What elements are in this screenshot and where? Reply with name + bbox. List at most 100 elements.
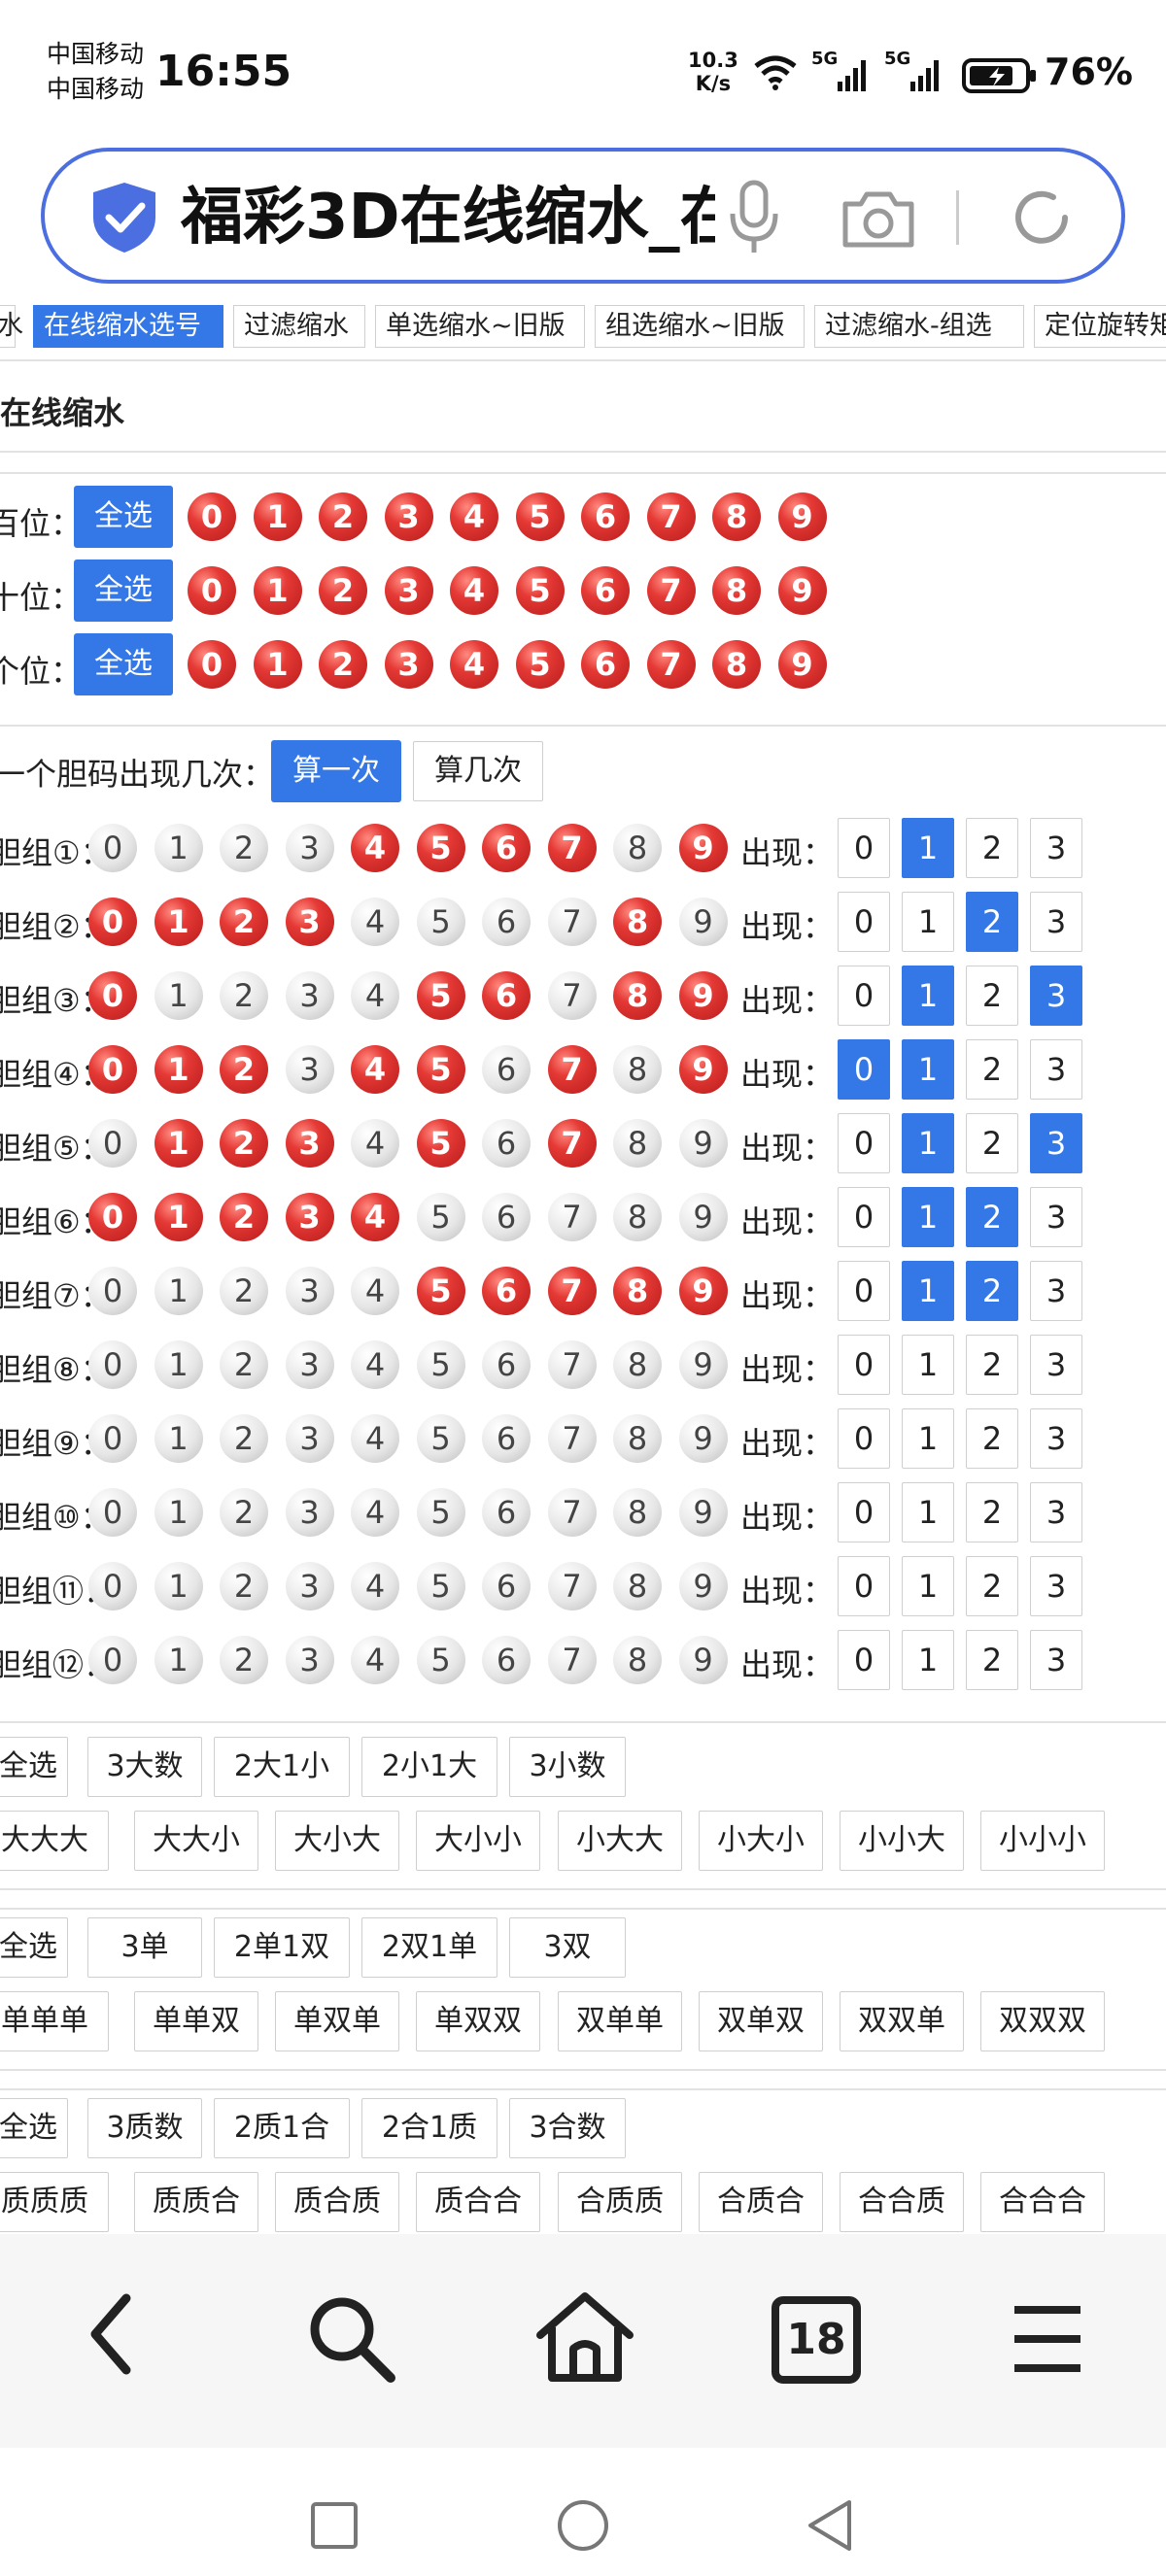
appear-count-option[interactable]: 2 — [966, 892, 1018, 952]
tabs-icon[interactable]: 18 — [772, 2296, 861, 2384]
dan-digit-ball[interactable]: 2 — [220, 1414, 268, 1463]
dan-digit-ball[interactable]: 0 — [88, 1045, 137, 1094]
appear-count-option[interactable]: 1 — [902, 1408, 954, 1469]
dan-digit-ball[interactable]: 8 — [613, 898, 662, 946]
dan-digit-ball[interactable]: 6 — [482, 1267, 531, 1315]
dan-digit-ball[interactable]: 2 — [220, 1045, 268, 1094]
dan-digit-ball[interactable]: 3 — [285, 1636, 334, 1684]
appear-count-option[interactable]: 3 — [1030, 1630, 1082, 1690]
select-all-button[interactable]: 全选 — [74, 633, 173, 695]
prime-pattern-option[interactable]: 合质合 — [699, 2172, 823, 2232]
dan-digit-ball[interactable]: 4 — [351, 898, 399, 946]
appear-count-option[interactable]: 2 — [966, 1482, 1018, 1542]
back-triangle-icon[interactable] — [805, 2498, 855, 2553]
dan-digit-ball[interactable]: 1 — [154, 1340, 203, 1389]
appear-count-option[interactable]: 0 — [838, 892, 890, 952]
dan-digit-ball[interactable]: 1 — [154, 1119, 203, 1168]
dan-digit-ball[interactable]: 1 — [154, 1193, 203, 1241]
dan-digit-ball[interactable]: 9 — [678, 1267, 728, 1315]
parity-filter-option[interactable]: 2单1双 — [214, 1917, 350, 1978]
dan-digit-ball[interactable]: 1 — [154, 1414, 203, 1463]
dan-digit-ball[interactable]: 3 — [285, 1267, 334, 1315]
appear-count-option[interactable]: 3 — [1030, 1482, 1082, 1542]
parity-filter-option[interactable]: 2双1单 — [361, 1917, 497, 1978]
appear-count-option[interactable]: 1 — [902, 1335, 954, 1395]
dan-digit-ball[interactable]: 7 — [547, 971, 597, 1020]
dan-digit-ball[interactable]: 9 — [678, 1045, 728, 1094]
prime-pattern-option[interactable]: 质合质 — [275, 2172, 399, 2232]
dan-digit-ball[interactable]: 9 — [678, 1488, 728, 1537]
dan-digit-ball[interactable]: 2 — [220, 1488, 268, 1537]
dan-digit-ball[interactable]: 0 — [88, 1414, 137, 1463]
digit-ball[interactable]: 4 — [450, 640, 498, 689]
digit-ball[interactable]: 5 — [515, 640, 565, 689]
dan-digit-ball[interactable]: 9 — [678, 1562, 728, 1610]
dan-digit-ball[interactable]: 9 — [678, 898, 728, 946]
dan-digit-ball[interactable]: 5 — [416, 1488, 465, 1537]
appear-count-option[interactable]: 1 — [902, 1630, 954, 1690]
size-filter-option[interactable]: 3小数 — [509, 1737, 626, 1797]
appear-count-option[interactable]: 0 — [838, 1187, 890, 1247]
dan-digit-ball[interactable]: 7 — [547, 1045, 597, 1094]
size-filter-option[interactable]: 2大1小 — [214, 1737, 350, 1797]
dan-digit-ball[interactable]: 4 — [351, 1119, 399, 1168]
dan-digit-ball[interactable]: 5 — [416, 1340, 465, 1389]
dan-digit-ball[interactable]: 3 — [285, 898, 334, 946]
dan-digit-ball[interactable]: 8 — [613, 1636, 662, 1684]
dan-digit-ball[interactable]: 0 — [88, 1488, 137, 1537]
dan-digit-ball[interactable]: 5 — [416, 1119, 465, 1168]
dan-digit-ball[interactable]: 2 — [220, 1340, 268, 1389]
dan-digit-ball[interactable]: 6 — [482, 1414, 531, 1463]
count-multiple-button[interactable]: 算几次 — [413, 741, 543, 801]
digit-ball[interactable]: 0 — [188, 492, 236, 541]
size-pattern-option[interactable]: 小小小 — [980, 1811, 1105, 1871]
digit-ball[interactable]: 5 — [515, 492, 565, 541]
prime-filter-option[interactable]: 全选 — [0, 2098, 68, 2158]
appear-count-option[interactable]: 1 — [902, 818, 954, 878]
dan-digit-ball[interactable]: 6 — [482, 1193, 531, 1241]
appear-count-option[interactable]: 0 — [838, 1113, 890, 1173]
appear-count-option[interactable]: 2 — [966, 1556, 1018, 1616]
dan-digit-ball[interactable]: 7 — [547, 1119, 597, 1168]
dan-digit-ball[interactable]: 6 — [482, 1562, 531, 1610]
back-icon[interactable] — [82, 2290, 140, 2378]
mic-icon[interactable] — [725, 179, 783, 256]
dan-digit-ball[interactable]: 3 — [285, 1488, 334, 1537]
dan-digit-ball[interactable]: 0 — [88, 1267, 137, 1315]
dan-digit-ball[interactable]: 2 — [220, 1636, 268, 1684]
appear-count-option[interactable]: 3 — [1030, 892, 1082, 952]
dan-digit-ball[interactable]: 9 — [678, 1193, 728, 1241]
dan-digit-ball[interactable]: 3 — [285, 824, 334, 872]
appear-count-option[interactable]: 1 — [902, 892, 954, 952]
dan-digit-ball[interactable]: 8 — [613, 971, 662, 1020]
digit-ball[interactable]: 1 — [253, 492, 302, 541]
dan-digit-ball[interactable]: 2 — [220, 1562, 268, 1610]
parity-pattern-option[interactable]: 单单双 — [134, 1991, 258, 2051]
dan-digit-ball[interactable]: 5 — [416, 824, 465, 872]
tab-prev[interactable]: 水 — [0, 305, 23, 348]
size-filter-option[interactable]: 全选 — [0, 1737, 68, 1797]
dan-digit-ball[interactable]: 3 — [285, 1045, 334, 1094]
prime-pattern-option[interactable]: 合质质 — [558, 2172, 682, 2232]
appear-count-option[interactable]: 2 — [966, 1408, 1018, 1469]
dan-digit-ball[interactable]: 4 — [351, 1340, 399, 1389]
appear-count-option[interactable]: 1 — [902, 1187, 954, 1247]
appear-count-option[interactable]: 0 — [838, 1261, 890, 1321]
digit-ball[interactable]: 9 — [777, 492, 827, 541]
dan-digit-ball[interactable]: 5 — [416, 1414, 465, 1463]
appear-count-option[interactable]: 0 — [838, 1335, 890, 1395]
dan-digit-ball[interactable]: 1 — [154, 1267, 203, 1315]
dan-digit-ball[interactable]: 7 — [547, 824, 597, 872]
dan-digit-ball[interactable]: 6 — [482, 1045, 531, 1094]
digit-ball[interactable]: 1 — [253, 566, 302, 615]
dan-digit-ball[interactable]: 0 — [88, 898, 137, 946]
dan-digit-ball[interactable]: 8 — [613, 1267, 662, 1315]
dan-digit-ball[interactable]: 9 — [678, 1340, 728, 1389]
dan-digit-ball[interactable]: 6 — [482, 971, 531, 1020]
dan-digit-ball[interactable]: 1 — [154, 1488, 203, 1537]
appear-count-option[interactable]: 3 — [1030, 1556, 1082, 1616]
appear-count-option[interactable]: 1 — [902, 1113, 954, 1173]
dan-digit-ball[interactable]: 4 — [351, 1562, 399, 1610]
tab-online-reduce[interactable]: 在线缩水选号 — [33, 305, 223, 348]
dan-digit-ball[interactable]: 3 — [285, 1119, 334, 1168]
